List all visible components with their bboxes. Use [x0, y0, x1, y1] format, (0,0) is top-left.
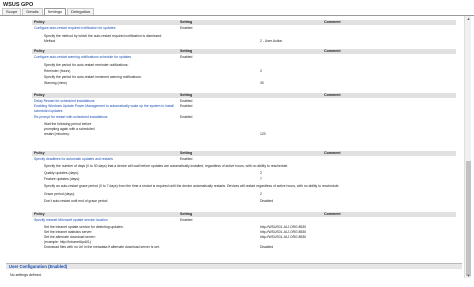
- sub-setting-value: http://WSUS01.JAJ.ORG:8530: [260, 230, 307, 234]
- comment-column-header: Comment: [324, 212, 341, 216]
- policy-name-link[interactable]: Configure auto-restart warning notificat…: [34, 55, 131, 60]
- policy-setting: Enabled: [180, 218, 193, 222]
- table-header: Policy Setting Comment: [32, 20, 456, 25]
- table-header: Policy Setting Comment: [32, 212, 456, 217]
- comment-column-header: Comment: [324, 151, 341, 155]
- table-header: Policy Setting Comment: [32, 151, 456, 156]
- sub-setting-label: Specify the method by which the auto-res…: [44, 34, 162, 38]
- scroll-down-arrow-icon[interactable]: ▼: [465, 273, 472, 278]
- sub-setting-value: Disabled: [260, 199, 274, 203]
- sub-setting-label: Wait the following period before: [44, 122, 92, 126]
- sub-setting-label: Set the intranet update service for dete…: [44, 225, 124, 229]
- setting-column-header: Setting: [180, 212, 193, 216]
- vertical-scrollbar[interactable]: ▲ ▼: [464, 16, 471, 278]
- sub-setting-value: 30: [260, 81, 264, 85]
- sub-setting-label: Grace period (days):: [44, 192, 75, 196]
- sub-setting-label: restart (minutes):: [44, 132, 70, 136]
- sub-setting-label: Specify the number of days (0 to 30 days…: [44, 164, 289, 168]
- policy-name-link[interactable]: Specify deadlines for automatic updates …: [34, 157, 113, 162]
- setting-column-header: Setting: [180, 93, 193, 97]
- sub-setting-value: Disabled: [260, 245, 274, 249]
- policy-setting: Enabled: [180, 157, 193, 161]
- setting-column-header: Setting: [180, 151, 193, 155]
- setting-column-header: Setting: [180, 49, 193, 53]
- sub-setting-label: Download files with no Url in the metada…: [44, 245, 160, 249]
- no-settings-text: No settings defined.: [10, 273, 42, 277]
- sub-setting-label: (example: http://IntranetUpd01): [44, 240, 91, 244]
- table-header: Policy Setting Comment: [32, 49, 456, 54]
- sub-setting-label: Don't auto-restart until end of grace pe…: [44, 199, 108, 203]
- comment-column-header: Comment: [324, 93, 341, 97]
- sub-setting-label: Reminder (hours): [44, 69, 71, 73]
- policy-name-link[interactable]: Re-prompt for restart with scheduled ins…: [34, 115, 108, 120]
- sub-setting-value: http://WSUS01.JAJ.ORG:8530: [260, 225, 307, 229]
- policy-name-link[interactable]: Enabling Windows Update Power Management…: [34, 104, 174, 113]
- sub-setting-label: Specify the period for auto-restart remi…: [44, 63, 129, 67]
- scroll-up-arrow-icon[interactable]: ▲: [465, 16, 472, 21]
- policy-name-link[interactable]: Specify intranet Microsoft update servic…: [34, 218, 108, 223]
- sub-setting-label: Specify an auto-restart grace period (0 …: [44, 184, 340, 188]
- sub-setting-label: Method: [44, 39, 56, 43]
- setting-column-header: Setting: [180, 20, 193, 24]
- sub-setting-value: 2: [260, 69, 262, 73]
- sub-setting-label: prompting again with a scheduled: [44, 127, 95, 131]
- policy-column-header: Policy: [34, 20, 45, 24]
- policy-column-header: Policy: [34, 49, 45, 53]
- sub-setting-value: 7: [260, 177, 262, 181]
- policy-column-header: Policy: [34, 212, 45, 216]
- comment-column-header: Comment: [324, 20, 341, 24]
- sub-setting-label: Set the alternate download server:: [44, 235, 96, 239]
- sub-setting-value: http://WSUS01.JAJ.ORG:8530: [260, 235, 307, 239]
- sub-setting-value: 120: [260, 132, 266, 136]
- policy-setting: Enabled: [180, 55, 193, 59]
- sub-setting-value: 2 - User Action: [260, 39, 283, 43]
- user-configuration-header[interactable]: User Configuration (Enabled): [6, 263, 462, 269]
- sub-setting-label: Warning (mins): [44, 81, 67, 85]
- sub-setting-value: 2: [260, 171, 262, 175]
- scrollbar-thumb[interactable]: [466, 161, 471, 276]
- sub-setting-label: Set the intranet statistics server:: [44, 230, 93, 234]
- sub-setting-label: Specify the period for auto-restart immi…: [44, 75, 142, 79]
- policy-column-header: Policy: [34, 93, 45, 97]
- sub-setting-label: Feature updates (days):: [44, 177, 80, 181]
- policy-setting: Enabled: [180, 99, 193, 103]
- policy-setting: Enabled: [180, 104, 193, 108]
- settings-report: Policy Setting Comment Configure auto-re…: [6, 16, 462, 278]
- policy-column-header: Policy: [34, 151, 45, 155]
- policy-setting: Enabled: [180, 26, 193, 30]
- table-header: Policy Setting Comment: [32, 93, 456, 98]
- sub-setting-value: 2: [260, 192, 262, 196]
- policy-name-link[interactable]: Configure auto-restart required notifica…: [34, 26, 115, 31]
- sub-setting-label: Quality updates (days):: [44, 171, 79, 175]
- policy-setting: Enabled: [180, 115, 193, 119]
- policy-name-link[interactable]: Delay Restart for scheduled installation…: [34, 99, 95, 104]
- comment-column-header: Comment: [324, 49, 341, 53]
